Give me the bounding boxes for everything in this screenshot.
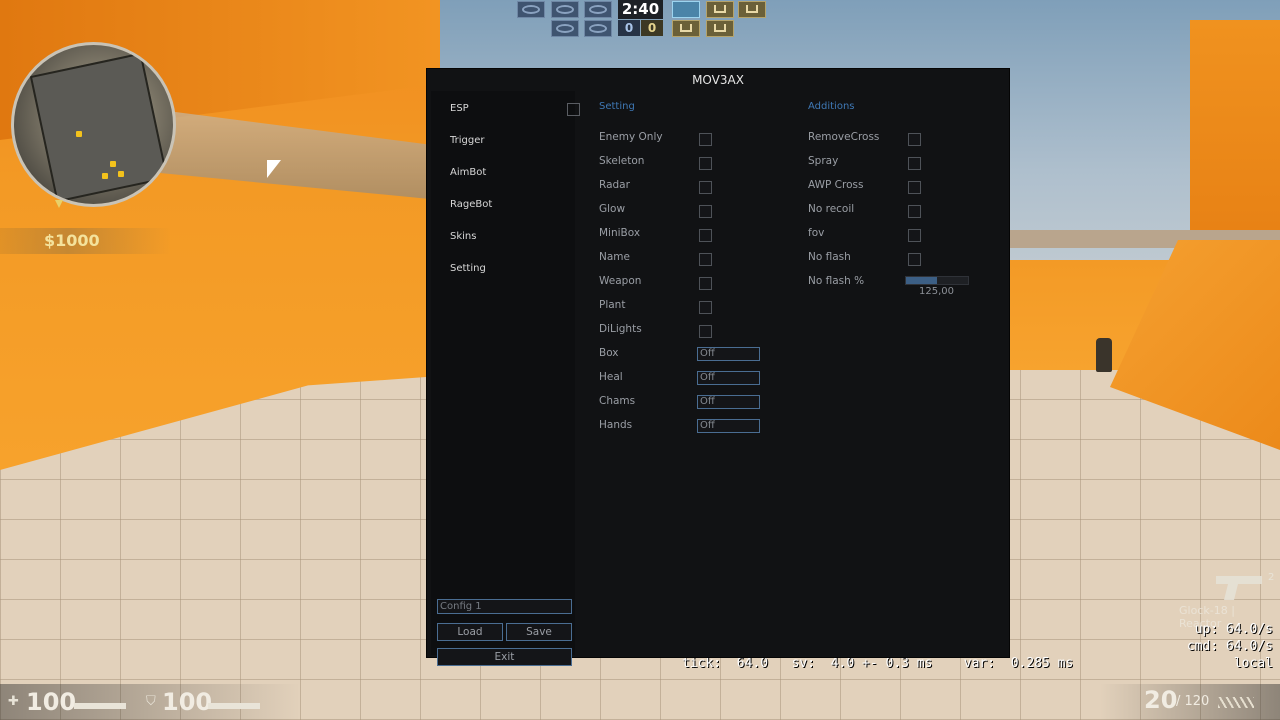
- menu-title: MOV3AX: [692, 73, 744, 87]
- netgraph-cmd: cmd: 64.0/s: [1186, 639, 1273, 654]
- spray-checkbox[interactable]: [908, 157, 921, 170]
- box-dropdown[interactable]: Off: [697, 347, 760, 361]
- skeleton-checkbox[interactable]: [699, 157, 712, 170]
- cheat-menu-window: MOV3AX ESP Trigger AimBot RageBot Skins …: [426, 68, 1010, 666]
- fov-label: fov: [808, 227, 825, 239]
- heal-label: Heal: [599, 371, 623, 383]
- glow-label: Glow: [599, 203, 626, 215]
- no-flash-checkbox[interactable]: [908, 253, 921, 266]
- removecross-checkbox[interactable]: [908, 133, 921, 146]
- config-name-input[interactable]: Config 1: [437, 599, 572, 614]
- additions-header: Additions: [808, 101, 855, 112]
- netgraph-up: up: 64.0/s: [1194, 622, 1273, 637]
- fov-checkbox[interactable]: [908, 229, 921, 242]
- health-cross-icon: ✚: [8, 694, 19, 709]
- player-arrow-icon: [55, 200, 63, 208]
- nav-esp[interactable]: ESP: [450, 103, 560, 114]
- nav-skins[interactable]: Skins: [450, 231, 560, 242]
- nav-ragebot[interactable]: RageBot: [450, 199, 560, 210]
- netgraph-local: local: [1233, 656, 1273, 671]
- no-recoil-checkbox[interactable]: [908, 205, 921, 218]
- round-timer: 2:40: [618, 0, 663, 19]
- nav-trigger[interactable]: Trigger: [450, 135, 560, 146]
- setting-header: Setting: [599, 101, 635, 112]
- name-label: Name: [599, 251, 630, 263]
- ct-player-icon: [551, 20, 579, 37]
- t-player-icon: [738, 1, 766, 18]
- glow-checkbox[interactable]: [699, 205, 712, 218]
- awp-cross-label: AWP Cross: [808, 179, 864, 191]
- plant-label: Plant: [599, 299, 626, 311]
- enemy-only-label: Enemy Only: [599, 131, 663, 143]
- minibox-checkbox[interactable]: [699, 229, 712, 242]
- enemy-player: [1096, 338, 1112, 372]
- t-player-icon: [706, 20, 734, 37]
- radar-label: Radar: [599, 179, 630, 191]
- minibox-label: MiniBox: [599, 227, 641, 239]
- chams-label: Chams: [599, 395, 636, 407]
- weapon-checkbox[interactable]: [699, 277, 712, 290]
- ct-player-icon: [584, 20, 612, 37]
- plant-checkbox[interactable]: [699, 301, 712, 314]
- skeleton-label: Skeleton: [599, 155, 645, 167]
- no-flash-label: No flash: [808, 251, 851, 263]
- armor-shield-icon: ⛉: [146, 694, 156, 709]
- save-button[interactable]: Save: [506, 623, 572, 641]
- radar-dot: [102, 173, 108, 179]
- hands-dropdown[interactable]: Off: [697, 419, 760, 433]
- enemy-only-checkbox[interactable]: [699, 133, 712, 146]
- heal-dropdown[interactable]: Off: [697, 371, 760, 385]
- armor-bar: [208, 703, 260, 709]
- chams-dropdown[interactable]: Off: [697, 395, 760, 409]
- name-checkbox[interactable]: [699, 253, 712, 266]
- armor-value: 100: [162, 688, 213, 716]
- health-value: 100: [26, 688, 77, 716]
- no-flash-percent-label: No flash %: [808, 275, 865, 287]
- removecross-label: RemoveCross: [808, 131, 880, 143]
- ammo-bullets-icon: [1218, 697, 1254, 708]
- slider-fill: [906, 277, 937, 284]
- t-player-icon: [706, 1, 734, 18]
- ct-score: 0: [618, 20, 640, 36]
- hands-label: Hands: [599, 419, 633, 431]
- scoreboard: 2:40 0 0: [517, 0, 767, 38]
- awp-cross-checkbox[interactable]: [908, 181, 921, 194]
- esp-enable-checkbox[interactable]: [567, 103, 580, 116]
- load-button[interactable]: Load: [437, 623, 503, 641]
- t-player-icon: [672, 20, 700, 37]
- radar-minimap: [11, 42, 176, 207]
- mouse-cursor-icon: [267, 160, 281, 178]
- radar-room: [29, 52, 169, 203]
- no-flash-percent-slider[interactable]: [905, 276, 969, 285]
- orange-wall-right: [1190, 20, 1280, 230]
- radar-dot: [76, 131, 82, 137]
- no-flash-percent-value: 125,00: [919, 286, 954, 297]
- ammo-clip: 20: [1144, 686, 1178, 714]
- ct-player-icon: [551, 1, 579, 18]
- money-display: $1000: [0, 228, 170, 254]
- box-label: Box: [599, 347, 619, 359]
- health-bar: [74, 703, 126, 709]
- dilights-label: DiLights: [599, 323, 642, 335]
- ammo-reserve: / 120: [1176, 694, 1210, 709]
- netgraph-tick: tick: 64.0 sv: 4.0 +- 0.3 ms var: 0.285 …: [682, 656, 1074, 671]
- dilights-checkbox[interactable]: [699, 325, 712, 338]
- weapon-label: Weapon: [599, 275, 642, 287]
- t-score: 0: [641, 20, 663, 36]
- ct-player-icon: [584, 1, 612, 18]
- nav-setting[interactable]: Setting: [450, 263, 560, 274]
- radar-checkbox[interactable]: [699, 181, 712, 194]
- nav-aimbot[interactable]: AimBot: [450, 167, 560, 178]
- ct-player-icon: [517, 1, 545, 18]
- t-player-alive-icon: [672, 1, 700, 18]
- radar-dot: [110, 161, 116, 167]
- spray-label: Spray: [808, 155, 839, 167]
- menu-sidebar: ESP Trigger AimBot RageBot Skins Setting…: [431, 91, 575, 666]
- weapon-slot-number: 2: [1268, 572, 1275, 583]
- no-recoil-label: No recoil: [808, 203, 855, 215]
- pistol-icon: [1216, 576, 1262, 600]
- exit-button[interactable]: Exit: [437, 648, 572, 666]
- radar-dot: [118, 171, 124, 177]
